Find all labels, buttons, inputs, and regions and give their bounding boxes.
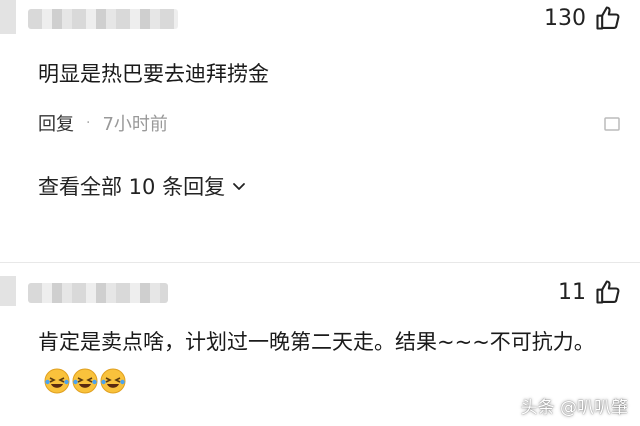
like-count: 130 (544, 5, 586, 31)
comment-meta: 回复 · 7小时前 (38, 110, 168, 136)
comment-text-body: 肯定是卖点啥，计划过一晚第二天走。结果~~~不可抗力。 (38, 330, 595, 354)
watermark: 头条 @叭叭肇 (520, 398, 628, 418)
blurred-username (28, 283, 168, 303)
avatar-stub (0, 0, 16, 34)
flag-outline-icon[interactable] (604, 117, 620, 131)
like-button[interactable]: 11 (558, 278, 622, 306)
avatar-stub (0, 276, 16, 306)
emoji-row (44, 368, 126, 394)
comment-text: 肯定是卖点啥，计划过一晚第二天走。结果~~~不可抗力。 (38, 323, 598, 399)
laughing-crying-emoji (44, 368, 70, 394)
blurred-username (28, 9, 178, 29)
like-button[interactable]: 130 (544, 4, 622, 32)
reply-button[interactable]: 回复 (38, 110, 74, 136)
thumbs-up-icon (596, 280, 620, 304)
chevron-down-icon (233, 183, 245, 190)
comment-divider (0, 262, 640, 263)
laughing-crying-emoji (72, 368, 98, 394)
timestamp: 7小时前 (102, 114, 168, 135)
comment-text: 明显是热巴要去迪拜捞金 (38, 62, 269, 86)
view-all-replies-button[interactable]: 查看全部 10 条回复 (38, 171, 247, 201)
meta-separator: · (86, 115, 91, 131)
like-count: 11 (558, 279, 586, 305)
view-all-replies-label: 查看全部 10 条回复 (38, 175, 226, 199)
thumbs-up-icon (596, 6, 620, 30)
laughing-crying-emoji (100, 368, 126, 394)
